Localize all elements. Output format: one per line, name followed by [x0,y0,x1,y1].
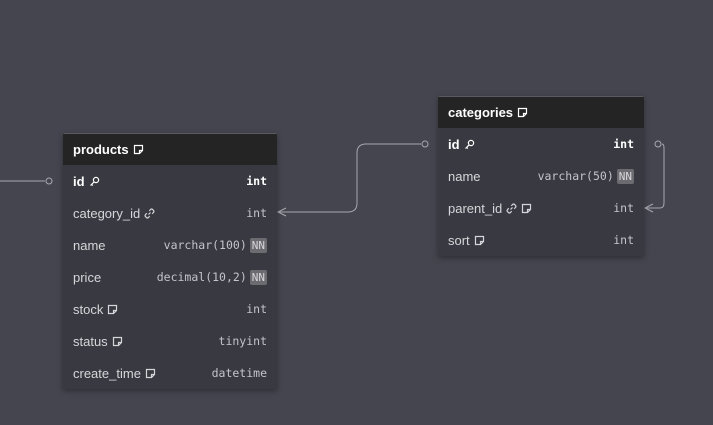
column-row-create-time[interactable]: create_time datetime [63,357,277,389]
column-name: price [73,269,102,285]
note-icon[interactable] [517,107,528,118]
key-icon [89,176,100,187]
note-icon[interactable] [107,304,118,315]
column-row-sort[interactable]: sort int [438,224,644,256]
link-icon [144,207,155,219]
column-type: int [246,206,267,220]
column-type: tinyint [218,334,267,348]
column-type: int [613,233,634,247]
column-name: status [73,333,108,349]
column-name-group: create_time [73,366,156,381]
column-type: varchar(100) [163,238,247,252]
column-name-group: id [73,174,100,189]
column-name: parent_id [448,200,503,216]
column-name: id [448,136,460,152]
column-name: id [73,173,85,189]
note-icon[interactable] [145,368,156,379]
relation-one-marker [654,140,662,148]
relation-one-marker [421,140,429,148]
column-name: sort [448,232,470,248]
note-icon[interactable] [521,203,532,214]
column-type: varchar(50) [537,169,614,183]
not-null-badge: NN [616,168,634,184]
not-null-badge: NN [249,269,267,285]
column-name: category_id [73,205,141,221]
column-name-group: name [73,238,106,253]
column-name-group: status [73,334,123,349]
column-name-group: stock [73,302,118,317]
note-icon[interactable] [112,336,123,347]
column-type: decimal(10,2) [156,270,247,284]
column-type-group: int [613,233,634,247]
column-name: create_time [73,365,141,381]
not-null-badge: NN [249,237,267,253]
column-type-group: decimal(10,2) NN [156,269,267,285]
relation-one-marker [45,177,53,185]
note-icon[interactable] [133,144,144,155]
column-name-group: name [448,169,481,184]
column-type-group: int [246,174,267,188]
table-products[interactable]: products id int category_id int name varchar(… [63,133,277,389]
column-row-price[interactable]: price decimal(10,2) NN [63,261,277,293]
column-type: int [246,174,267,188]
column-type-group: varchar(100) NN [163,237,267,253]
column-name-group: id [448,137,475,152]
column-name-group: category_id [73,206,155,221]
column-type: int [246,302,267,316]
column-row-stock[interactable]: stock int [63,293,277,325]
table-name: categories [448,105,514,120]
column-row-category-id[interactable]: category_id int [63,197,277,229]
column-type: int [613,201,634,215]
column-name: name [73,237,106,253]
column-type-group: int [613,201,634,215]
column-row-status[interactable]: status tinyint [63,325,277,357]
note-icon[interactable] [474,235,485,246]
key-icon [464,139,475,150]
link-icon [506,202,517,214]
column-row-name[interactable]: name varchar(100) NN [63,229,277,261]
column-type-group: int [246,206,267,220]
column-name-group: sort [448,233,485,248]
relation-line-parent-id[interactable] [645,143,665,209]
column-row-parent-id[interactable]: parent_id int [438,192,644,224]
table-header[interactable]: categories [438,96,644,128]
relation-line-category-id[interactable] [278,143,421,213]
table-name: products [73,142,129,157]
table-header[interactable]: products [63,133,277,165]
column-row-id[interactable]: id int [438,128,644,160]
column-row-name[interactable]: name varchar(50) NN [438,160,644,192]
column-type: int [613,137,634,151]
column-name: name [448,168,481,184]
column-type-group: datetime [212,366,267,380]
column-type-group: int [246,302,267,316]
column-type-group: tinyint [219,334,267,348]
column-name-group: parent_id [448,201,532,216]
column-type: datetime [211,366,267,380]
column-row-id[interactable]: id int [63,165,277,197]
table-categories[interactable]: categories id int name varchar(50) NN parent_… [438,96,644,256]
column-name-group: price [73,270,101,285]
column-name: stock [73,301,104,317]
column-type-group: int [613,137,634,151]
column-type-group: varchar(50) NN [537,168,634,184]
